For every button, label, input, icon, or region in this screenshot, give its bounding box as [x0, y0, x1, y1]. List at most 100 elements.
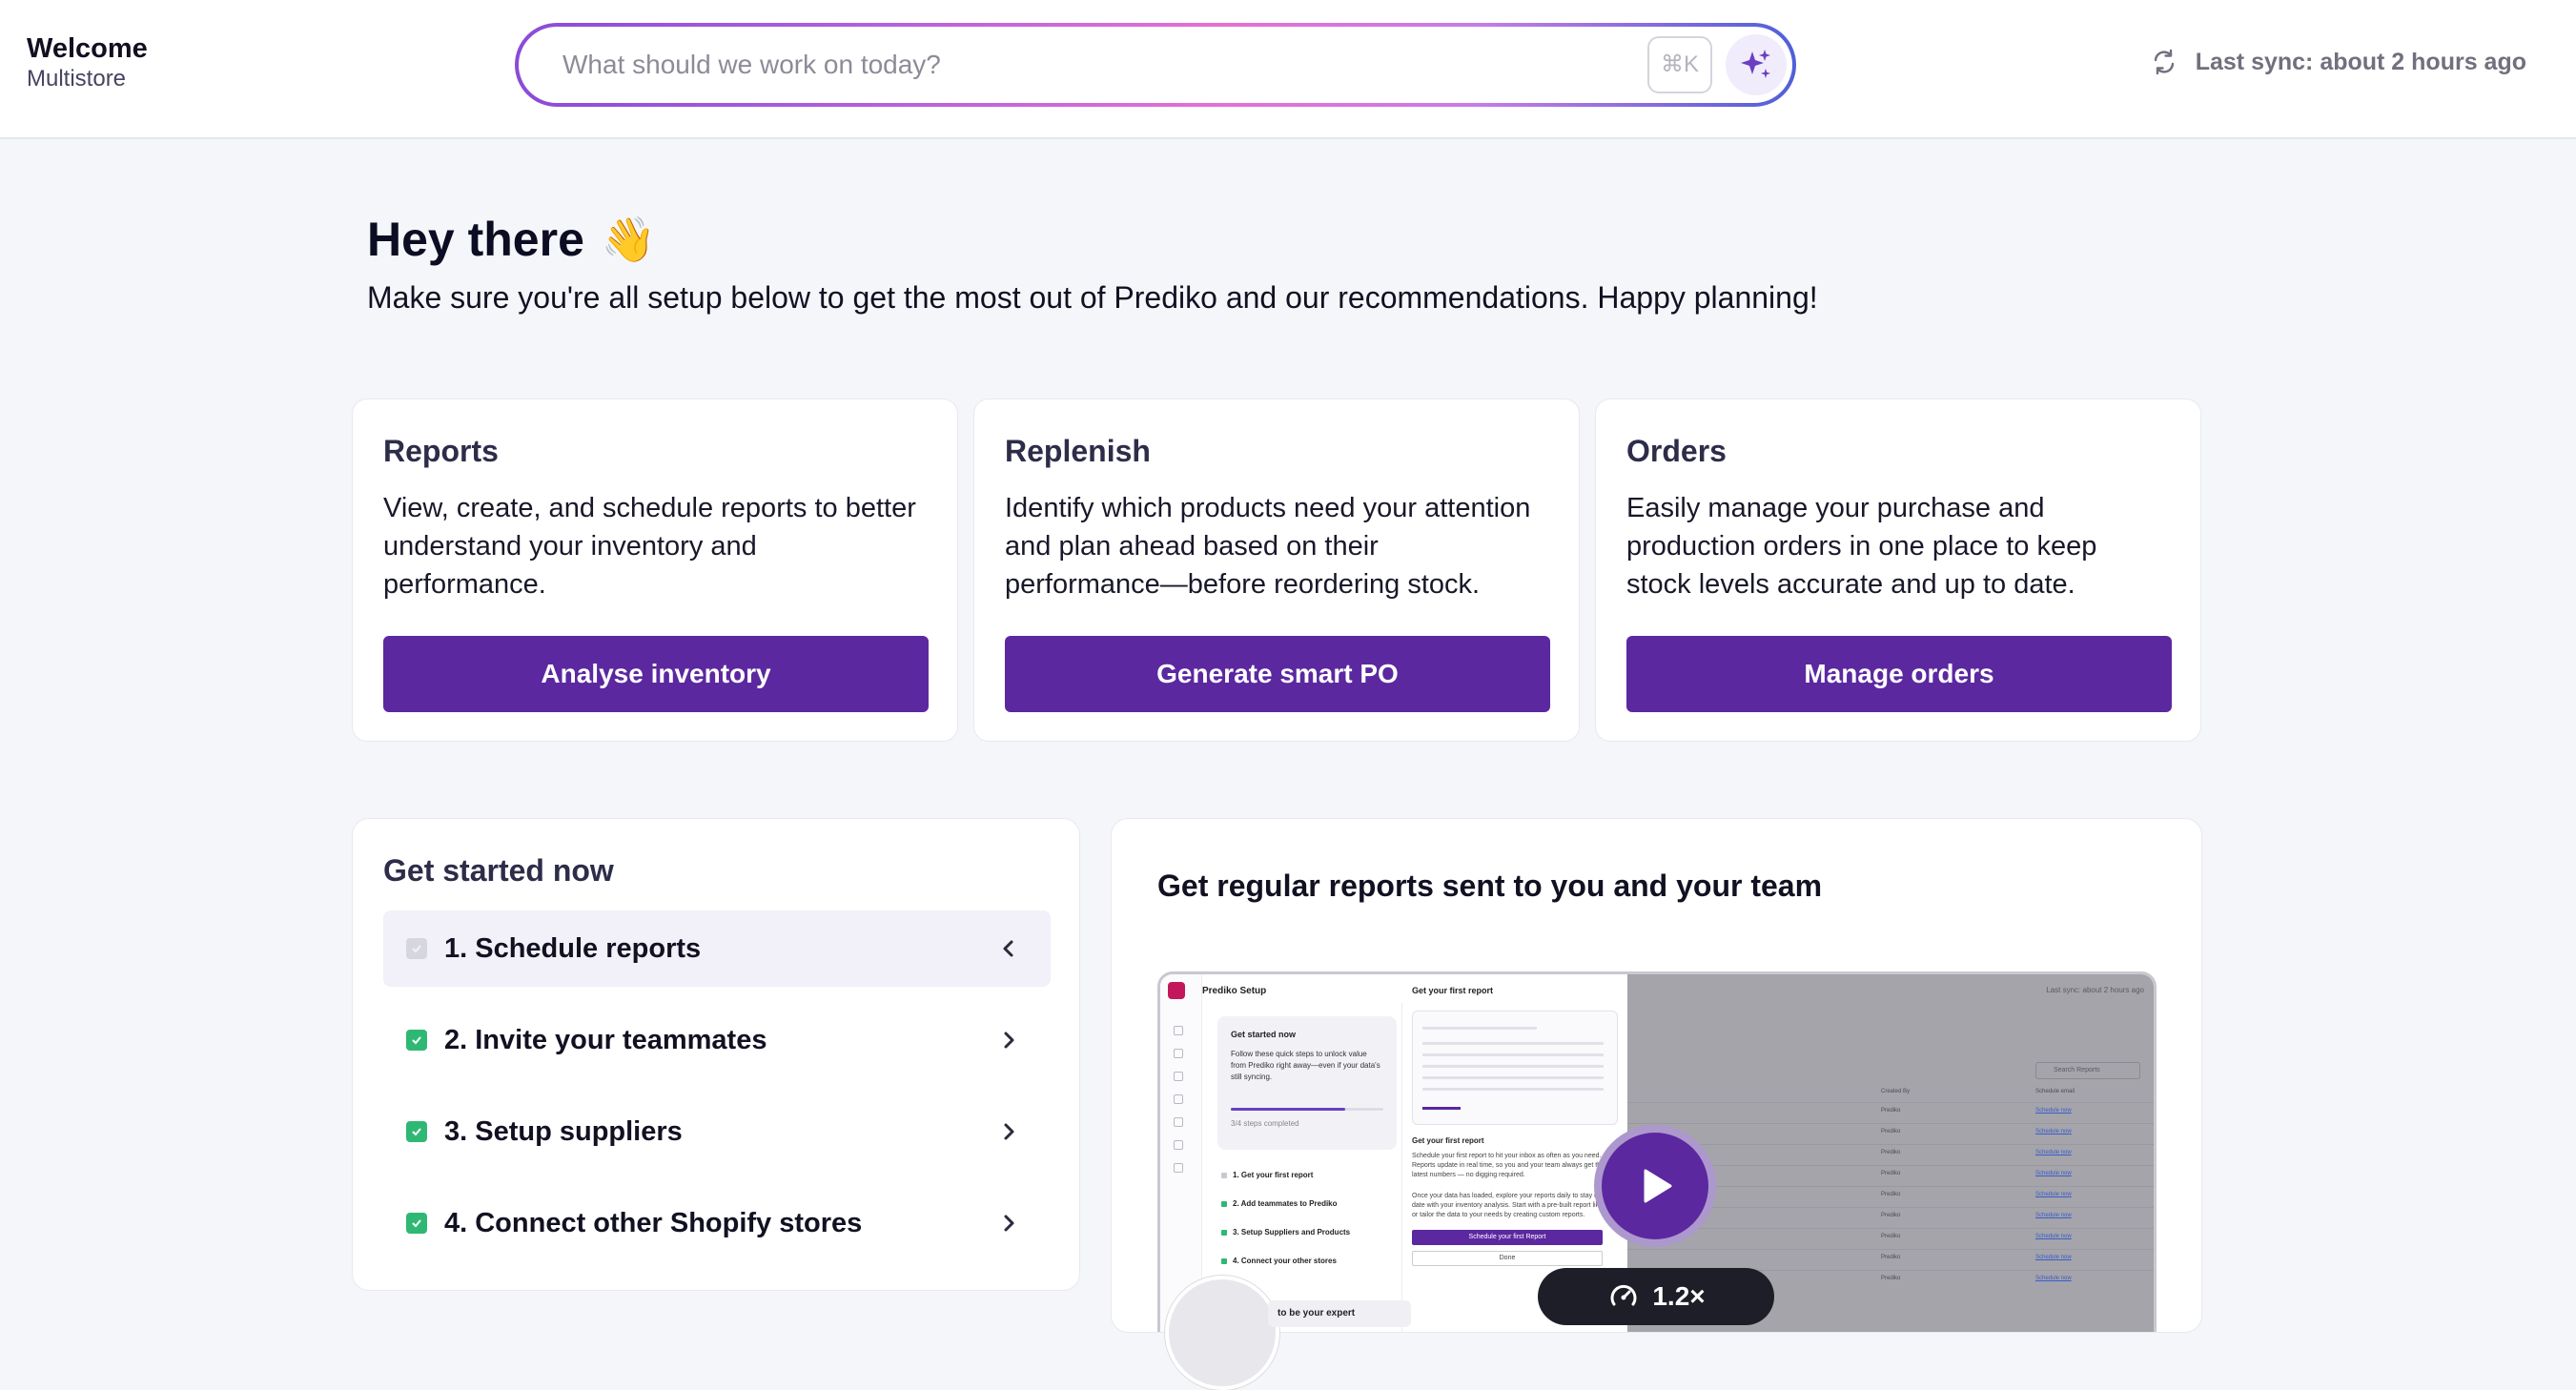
analyse-inventory-button[interactable]: Analyse inventory — [383, 636, 929, 712]
preview-creator-cell: Prediko — [1881, 1171, 1901, 1176]
preview-creator-cell: Prediko — [1881, 1150, 1901, 1155]
sync-status[interactable]: Last sync: about 2 hours ago — [2150, 48, 2526, 76]
hero-title: Hey there 👋 — [367, 212, 656, 267]
preview-creator-cell: Prediko — [1881, 1129, 1901, 1134]
preview-progress-fill — [1231, 1108, 1345, 1111]
preview-line — [1422, 1076, 1604, 1079]
preview-line — [1422, 1053, 1604, 1056]
sync-status-text: Last sync: about 2 hours ago — [2195, 48, 2526, 75]
step-schedule-reports[interactable]: 1. Schedule reports — [383, 910, 1051, 987]
preview-column-header: Created By — [1881, 1089, 1911, 1094]
play-button[interactable] — [1594, 1125, 1716, 1247]
checkbox-icon — [406, 938, 427, 959]
play-icon — [1644, 1169, 1672, 1203]
chevron-right-icon — [1004, 1215, 1014, 1232]
preview-schedule-link: Schedule now — [2035, 1192, 2072, 1197]
preview-table-row — [1627, 1228, 2154, 1229]
preview-progress-bar — [1231, 1108, 1383, 1111]
preview-get-started-box: Get started now Follow these quick steps… — [1217, 1016, 1397, 1150]
checkbox-checked-icon — [406, 1213, 427, 1234]
reports-card: Reports View, create, and schedule repor… — [352, 399, 958, 742]
playback-speed-value: 1.2× — [1652, 1281, 1706, 1311]
presenter-caption: to be your expert — [1268, 1300, 1411, 1327]
preview-schedule-link: Schedule now — [2035, 1171, 2072, 1176]
preview-step: 3. Setup Suppliers and Products — [1217, 1222, 1397, 1243]
orders-card: Orders Easily manage your purchase and p… — [1595, 399, 2201, 742]
refresh-icon — [2154, 49, 2174, 75]
page-title: Welcome — [27, 33, 148, 64]
video-card: Get regular reports sent to you and your… — [1111, 818, 2202, 1333]
preview-table-row — [1627, 1123, 2154, 1124]
preview-thumbnail — [1412, 1011, 1618, 1125]
preview-steps-count: 3/4 steps completed — [1231, 1119, 1299, 1128]
preview-line — [1422, 1027, 1537, 1030]
search-bar-inner: ⌘K — [519, 27, 1792, 103]
preview-table-row — [1627, 1249, 2154, 1250]
checkbox-checked-icon — [406, 1121, 427, 1142]
store-name: Multistore — [27, 66, 127, 92]
step-label: 3. Setup suppliers — [444, 1116, 683, 1147]
replenish-card: Replenish Identify which products need y… — [973, 399, 1580, 742]
preview-app-title: Prediko Setup — [1202, 986, 1267, 996]
generate-smart-po-button[interactable]: Generate smart PO — [1005, 636, 1550, 712]
preview-step: 2. Add teammates to Prediko — [1217, 1194, 1397, 1215]
preview-line — [1422, 1042, 1604, 1045]
waving-hand-icon: 👋 — [601, 214, 657, 264]
preview-creator-cell: Prediko — [1881, 1213, 1901, 1218]
step-connect-shopify-stores[interactable]: 4. Connect other Shopify stores — [383, 1185, 1051, 1261]
video-title: Get regular reports sent to you and your… — [1157, 869, 1823, 903]
card-description: Identify which products need your attent… — [1005, 493, 1531, 600]
preview-schedule-link: Schedule now — [2035, 1108, 2072, 1114]
preview-sync-status: Last sync: about 2 hours ago — [2046, 986, 2144, 994]
card-description: Easily manage your purchase and producti… — [1626, 493, 2097, 600]
preview-creator-cell: Prediko — [1881, 1108, 1901, 1114]
chevron-right-icon — [1004, 1032, 1014, 1049]
playback-speed-control[interactable]: 1.2× — [1538, 1268, 1774, 1325]
preview-box-text: Follow these quick steps to unlock value… — [1231, 1050, 1380, 1081]
ai-assist-button[interactable] — [1726, 34, 1787, 95]
hero-title-text: Hey there — [367, 213, 584, 266]
preview-content-subtitle: Get your first report — [1412, 1136, 1484, 1145]
preview-box-title: Get started now — [1231, 1030, 1297, 1039]
card-title: Replenish — [1005, 434, 1151, 468]
search-bar: ⌘K — [515, 23, 1796, 107]
checkbox-checked-icon — [406, 1030, 427, 1051]
manage-orders-button[interactable]: Manage orders — [1626, 636, 2172, 712]
preview-line — [1422, 1088, 1604, 1091]
card-title: Reports — [383, 434, 499, 468]
sparkles-icon — [1741, 50, 1770, 78]
preview-nav-icon — [1174, 1117, 1183, 1127]
preview-schedule-button: Schedule your first Report — [1412, 1230, 1603, 1245]
shortcut-badge: ⌘K — [1647, 36, 1712, 93]
preview-creator-cell: Prediko — [1881, 1192, 1901, 1197]
preview-done-button: Done — [1412, 1251, 1603, 1266]
preview-schedule-link: Schedule now — [2035, 1234, 2072, 1239]
preview-column-header: Schedule email — [2035, 1089, 2075, 1094]
search-input[interactable] — [562, 27, 1611, 103]
preview-nav-icon — [1174, 1049, 1183, 1058]
preview-schedule-link: Schedule now — [2035, 1129, 2072, 1134]
preview-schedule-link: Schedule now — [2035, 1255, 2072, 1260]
preview-sidebar-rail — [1160, 974, 1202, 1332]
get-started-title: Get started now — [383, 853, 614, 888]
preview-nav-icon — [1174, 1140, 1183, 1150]
preview-schedule-link: Schedule now — [2035, 1150, 2072, 1155]
preview-nav-icon — [1174, 1163, 1183, 1173]
chevron-left-icon — [1003, 940, 1013, 957]
presenter-avatar — [1165, 1276, 1279, 1390]
step-label: 1. Schedule reports — [444, 933, 702, 964]
preview-creator-cell: Prediko — [1881, 1276, 1901, 1281]
preview-table-row — [1627, 1102, 2154, 1103]
step-invite-teammates[interactable]: 2. Invite your teammates — [383, 1002, 1051, 1078]
card-title: Orders — [1626, 434, 1727, 468]
step-setup-suppliers[interactable]: 3. Setup suppliers — [383, 1094, 1051, 1170]
top-bar: Welcome Multistore ⌘K Last sync: about 2… — [0, 0, 2576, 139]
step-label: 2. Invite your teammates — [444, 1025, 767, 1055]
preview-nav-icon — [1174, 1072, 1183, 1081]
workspace-brand[interactable]: Welcome Multistore — [27, 32, 148, 93]
get-started-panel: Get started now 1. Schedule reports 2. I… — [352, 818, 1080, 1291]
preview-content-title: Get your first report — [1412, 986, 1494, 995]
preview-content-text: Schedule your first report to hit your i… — [1412, 1153, 1605, 1178]
preview-line — [1422, 1107, 1461, 1110]
preview-step: 4. Connect your other stores — [1217, 1251, 1397, 1272]
